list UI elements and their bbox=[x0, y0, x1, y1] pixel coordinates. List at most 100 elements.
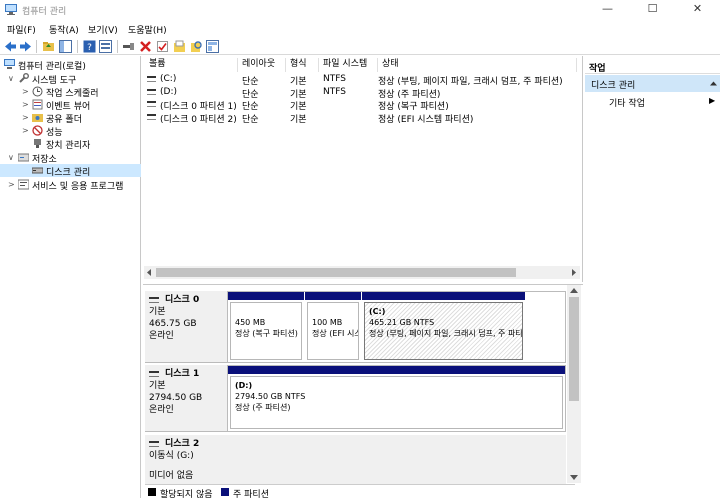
scroll-left-icon[interactable] bbox=[146, 269, 153, 276]
tools-icon bbox=[19, 73, 29, 83]
column-header-volume[interactable]: 볼륨 bbox=[145, 58, 238, 72]
cell-volume: (D:) bbox=[160, 87, 177, 97]
cell-file-system: NTFS bbox=[323, 74, 346, 84]
svg-text:?: ? bbox=[87, 43, 92, 53]
primary-partition-bar bbox=[228, 366, 565, 374]
volume-icon bbox=[147, 114, 156, 120]
actions-section-disk-management[interactable]: 디스크 관리 bbox=[585, 75, 720, 92]
menu-view[interactable]: 보기(V) bbox=[88, 23, 118, 36]
column-header-layout[interactable]: 레이아웃 bbox=[238, 58, 286, 72]
actions-section-label: 디스크 관리 bbox=[591, 81, 636, 91]
disk-0-info[interactable]: 디스크 0 기본 465.75 GB 온라인 bbox=[145, 291, 227, 363]
column-header-file-system[interactable]: 파일 시스템 bbox=[319, 58, 378, 72]
disk-2-empty-area bbox=[227, 435, 566, 484]
expand-chevron-icon[interactable]: > bbox=[8, 178, 16, 191]
delete-icon[interactable] bbox=[139, 40, 152, 53]
table-row[interactable]: (디스크 0 파티션 2) 단순 기본 정상 (EFI 시스템 파티션) bbox=[143, 111, 579, 125]
expand-chevron-icon[interactable]: > bbox=[22, 124, 30, 137]
cell-file-system: NTFS bbox=[323, 87, 346, 97]
volume-icon bbox=[147, 76, 156, 82]
tree-item-system-tools[interactable]: ∨ 시스템 도구 bbox=[0, 72, 141, 86]
tree-item-services-applications[interactable]: > 서비스 및 응용 프로그램 bbox=[0, 178, 141, 192]
minimize-button[interactable]: — bbox=[585, 0, 630, 20]
disk-icon bbox=[149, 440, 159, 447]
horizontal-scrollbar[interactable] bbox=[144, 266, 580, 279]
partition-body: 100 MB 정상 (EFI 시스템 파티션) bbox=[307, 302, 359, 360]
connect-icon[interactable] bbox=[122, 40, 135, 53]
menu-help[interactable]: 도움말(H) bbox=[128, 23, 167, 36]
collapse-chevron-icon[interactable]: ∨ bbox=[8, 151, 16, 164]
tree-item-performance[interactable]: > 성능 bbox=[0, 124, 141, 138]
vertical-scrollbar[interactable] bbox=[567, 285, 581, 483]
menu-file[interactable]: 파일(F) bbox=[7, 23, 36, 36]
window-title: 컴퓨터 관리 bbox=[22, 7, 67, 17]
menu-action[interactable]: 동작(A) bbox=[49, 23, 79, 36]
partition-c-drive[interactable]: (C:) 465.21 GB NTFS 정상 (부팅, 페이지 파일, 크래시 … bbox=[362, 292, 525, 362]
tree-item-storage[interactable]: ∨ 저장소 bbox=[0, 151, 141, 165]
disk-2-info[interactable]: 디스크 2 이동식 (G:) 미디어 없음 bbox=[145, 435, 227, 484]
tree-item-event-viewer[interactable]: > 이벤트 뷰어 bbox=[0, 98, 141, 112]
table-row[interactable]: (C:) 단순 기본 NTFS 정상 (부팅, 페이지 파일, 크래시 덤프, … bbox=[143, 73, 579, 87]
volume-list: 볼륨 레이아웃 형식 파일 시스템 상태 (C:) 단순 기본 NTFS 정상 … bbox=[143, 56, 583, 282]
partition-body: 450 MB 정상 (복구 파티션) bbox=[230, 302, 302, 360]
search-icon[interactable] bbox=[190, 40, 203, 53]
back-icon[interactable] bbox=[4, 40, 17, 53]
collapse-chevron-icon[interactable]: ∨ bbox=[8, 72, 16, 85]
help-icon[interactable]: ? bbox=[83, 40, 96, 53]
tree-item-label: 컴퓨터 관리(로컬) bbox=[18, 62, 86, 72]
disk-status: 온라인 bbox=[149, 405, 174, 415]
scroll-up-icon[interactable] bbox=[570, 287, 578, 294]
legend-label-primary: 주 파티션 bbox=[233, 490, 269, 498]
submenu-arrow-icon: ▶ bbox=[709, 96, 716, 105]
vertical-scroll-thumb[interactable] bbox=[569, 297, 579, 401]
up-folder-icon[interactable] bbox=[42, 40, 55, 53]
maximize-button[interactable]: ☐ bbox=[630, 0, 675, 20]
refresh-icon[interactable] bbox=[206, 40, 219, 53]
partition-efi[interactable]: 100 MB 정상 (EFI 시스템 파티션) bbox=[305, 292, 361, 362]
forward-icon[interactable] bbox=[19, 40, 32, 53]
scroll-right-icon[interactable] bbox=[570, 269, 577, 276]
disk-name: 디스크 0 bbox=[165, 295, 200, 305]
disk-status: 미디어 없음 bbox=[149, 471, 194, 481]
horizontal-scroll-thumb[interactable] bbox=[156, 268, 516, 277]
toolbar-separator bbox=[36, 40, 37, 53]
expand-chevron-icon[interactable]: > bbox=[22, 98, 30, 111]
scroll-down-icon[interactable] bbox=[570, 474, 578, 481]
expand-chevron-icon[interactable]: > bbox=[22, 111, 30, 124]
partition-size: 2794.50 GB NTFS bbox=[235, 392, 306, 401]
partition-d-drive[interactable]: (D:) 2794.50 GB NTFS 정상 (주 파티션) bbox=[228, 366, 565, 431]
legend-swatch-primary bbox=[221, 488, 229, 496]
performance-icon bbox=[32, 125, 43, 136]
partition-recovery[interactable]: 450 MB 정상 (복구 파티션) bbox=[228, 292, 304, 362]
legend-swatch-unallocated bbox=[148, 488, 156, 496]
table-row[interactable]: (디스크 0 파티션 1) 단순 기본 정상 (복구 파티션) bbox=[143, 98, 579, 112]
column-header-type[interactable]: 형식 bbox=[286, 58, 319, 72]
column-header-status[interactable]: 상태 bbox=[378, 58, 577, 72]
disk-icon bbox=[149, 370, 159, 377]
tree-item-disk-management[interactable]: 디스크 관리 bbox=[0, 164, 141, 178]
tree-item-device-manager[interactable]: 장치 관리자 bbox=[0, 137, 141, 151]
disk-name: 디스크 2 bbox=[165, 439, 200, 449]
tree-item-computer-management[interactable]: 컴퓨터 관리(로컬) bbox=[0, 58, 141, 72]
cell-status: 정상 (EFI 시스템 파티션) bbox=[378, 115, 474, 125]
disk-icon bbox=[32, 167, 43, 174]
properties-icon[interactable] bbox=[99, 40, 112, 53]
partition-status: 정상 (부팅, 페이지 파일, 크래시 덤프, 주 파티션) bbox=[369, 329, 523, 338]
tree-item-label: 디스크 관리 bbox=[46, 168, 91, 178]
action-more-actions[interactable]: 기타 작업 ▶ bbox=[585, 94, 720, 109]
disk-1-info[interactable]: 디스크 1 기본 2794.50 GB 온라인 bbox=[145, 365, 227, 432]
collapse-up-icon[interactable] bbox=[710, 80, 717, 87]
check-icon[interactable] bbox=[156, 40, 169, 53]
open-icon[interactable] bbox=[173, 40, 186, 53]
legend-label-unallocated: 할당되지 않음 bbox=[160, 490, 213, 498]
tree-item-shared-folders[interactable]: > 공유 폴더 bbox=[0, 111, 141, 125]
actions-pane: 작업 디스크 관리 기타 작업 ▶ bbox=[585, 56, 720, 498]
expand-chevron-icon[interactable]: > bbox=[22, 85, 30, 98]
disk-map: 디스크 0 기본 465.75 GB 온라인 450 MB 정상 (복구 파티션… bbox=[143, 284, 583, 498]
toolbar-separator bbox=[117, 40, 118, 53]
disk-status: 온라인 bbox=[149, 331, 174, 341]
show-tree-icon[interactable] bbox=[59, 40, 72, 53]
close-button[interactable]: ✕ bbox=[675, 0, 720, 20]
tree-item-task-scheduler[interactable]: > 작업 스케줄러 bbox=[0, 85, 141, 99]
storage-icon bbox=[18, 153, 29, 162]
